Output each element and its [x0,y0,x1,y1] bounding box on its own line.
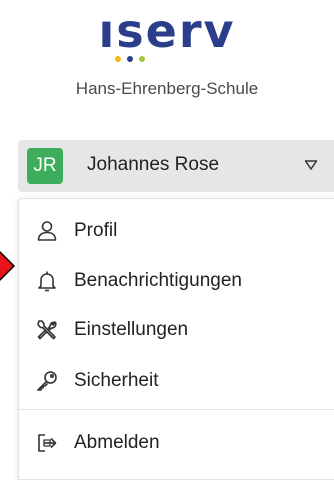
menu-item-security[interactable]: Sicherheit [19,359,334,403]
iserv-logo[interactable]: ıserv [0,6,334,66]
menu-item-label: Einstellungen [74,319,189,340]
menu-item-logout[interactable]: Abmelden [19,421,334,465]
school-name: Hans-Ehrenberg-Schule [75,79,259,98]
user-name: Johannes Rose [87,154,220,175]
logo-dot [115,56,121,62]
menu-item-settings[interactable]: Einstellungen [19,308,334,352]
logout-icon [38,434,57,452]
menu-divider [19,409,334,410]
tools-icon [37,320,57,340]
menu-item-label: Abmelden [74,432,160,453]
logo-wordmark: ıserv [98,4,236,58]
menu-item-profile[interactable]: Profil [19,209,334,253]
user-dropdown-menu: Profil Benachrichtigungen Einstellungen … [18,198,334,480]
logo-dot [127,56,133,62]
user-icon [37,221,57,241]
logo-dot [139,56,145,62]
key-icon [37,371,57,391]
bell-icon [38,271,56,292]
pointer-arrow-icon [0,250,15,282]
menu-item-notifications[interactable]: Benachrichtigungen [19,259,334,303]
avatar: JR [27,148,63,184]
caret-down-icon [304,160,318,170]
menu-item-label: Sicherheit [74,370,159,391]
menu-item-label: Benachrichtigungen [74,270,242,291]
user-menu-toggle[interactable]: JR Johannes Rose [18,140,334,192]
logo-dots [115,56,145,64]
menu-item-label: Profil [74,220,118,241]
